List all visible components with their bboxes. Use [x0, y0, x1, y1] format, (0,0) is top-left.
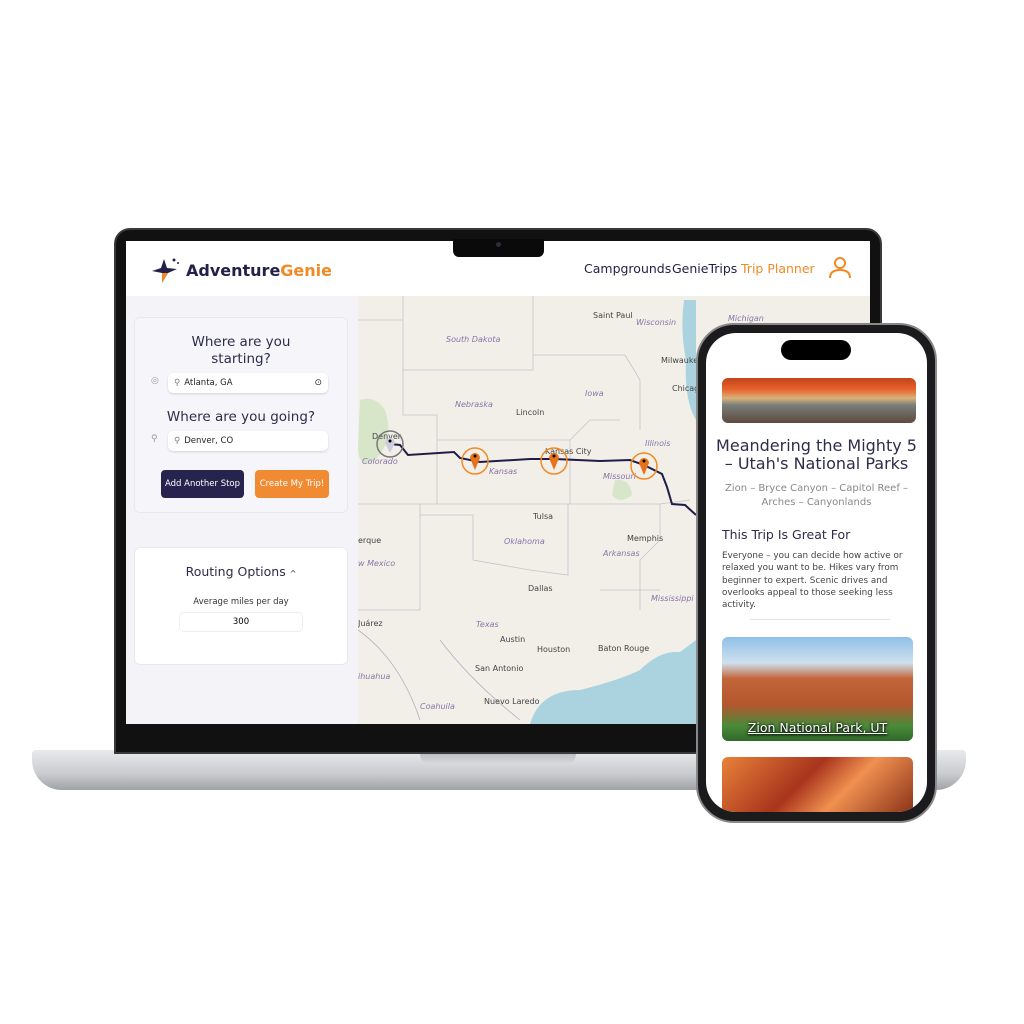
logo[interactable]: AdventureGenie	[150, 255, 332, 285]
divider	[750, 619, 890, 620]
map-label: Austin	[500, 635, 526, 644]
create-trip-button[interactable]: Create My Trip!	[255, 470, 329, 498]
antelope-canyon-card[interactable]	[722, 757, 913, 812]
map-label: Michigan	[728, 314, 764, 323]
map-label: Nuevo Laredo	[484, 697, 540, 706]
brand-name: AdventureGenie	[186, 260, 333, 280]
map-label: Wisconsin	[636, 318, 677, 327]
stop-marker-icon[interactable]	[629, 451, 659, 481]
map-label: Juárez	[358, 619, 383, 628]
trip-title: Meandering the Mighty 5 – Utah's Nationa…	[716, 436, 917, 473]
phone-screen: Meandering the Mighty 5 – Utah's Nationa…	[706, 333, 927, 812]
map-label: Iowa	[585, 389, 604, 398]
dest-question: Where are you going?	[166, 409, 316, 425]
map-label: Tulsa	[533, 512, 554, 521]
map-label: Nebraska	[455, 400, 493, 409]
routing-toggle[interactable]: Routing Options ^	[135, 564, 347, 579]
stop-marker-icon[interactable]	[460, 446, 490, 476]
map-label: Baton Rouge	[598, 644, 650, 653]
nav-genietrips[interactable]: GenieTrips	[672, 261, 737, 276]
miles-input[interactable]: 300	[179, 612, 303, 632]
routing-options: Routing Options ^ Average miles per day …	[134, 547, 348, 665]
dest-input[interactable]: ⚲ Denver, CO	[168, 431, 328, 451]
locate-icon[interactable]: ⊙	[314, 378, 322, 388]
map-label: Oklahoma	[504, 537, 545, 546]
map-label: erque	[358, 536, 382, 545]
genie-star-icon	[152, 258, 179, 283]
map-label: Coahuila	[420, 702, 455, 711]
stop-marker-icon[interactable]	[539, 446, 569, 476]
mesa-arch-image	[722, 378, 916, 423]
start-question: Where are you starting?	[191, 334, 291, 367]
origin-marker-icon[interactable]	[375, 429, 405, 459]
map-label: Memphis	[627, 534, 664, 543]
nav-campgrounds[interactable]: Campgrounds	[584, 261, 671, 276]
start-input[interactable]: ⚲ Atlanta, GA ⊙	[168, 373, 328, 393]
map-label: Houston	[537, 645, 571, 654]
map-label: Arkansas	[603, 549, 640, 558]
add-stop-button[interactable]: Add Another Stop	[161, 470, 244, 498]
search-icon: ⚲	[174, 378, 181, 388]
search-icon: ⚲	[174, 436, 181, 446]
map-label: San Antonio	[475, 664, 524, 673]
start-value: Atlanta, GA	[184, 378, 233, 388]
map-label: Saint Paul	[593, 311, 633, 320]
map-label: South Dakota	[446, 335, 501, 344]
user-icon[interactable]	[828, 255, 852, 279]
zion-card[interactable]: Zion National Park, UT	[722, 637, 913, 741]
nav-trip-planner[interactable]: Trip Planner	[741, 261, 815, 276]
chevron-up-icon: ^	[289, 569, 297, 578]
miles-label: Average miles per day	[193, 597, 289, 607]
map-label: Kansas	[489, 467, 518, 476]
camera-icon	[496, 242, 501, 247]
map-label: w Mexico	[358, 559, 396, 568]
trip-form: Where are you starting? ◎ ⚲ Atlanta, GA ⊙ …	[134, 317, 348, 513]
sidebar: Where are you starting? ◎ ⚲ Atlanta, GA ⊙ …	[126, 296, 358, 724]
trip-parks: Zion – Bryce Canyon – Capitol Reef – Arc…	[724, 483, 909, 508]
trip-description: Everyone – you can decide how active or …	[722, 551, 903, 611]
map-label: Lincoln	[516, 408, 545, 417]
map-label: Texas	[476, 620, 499, 629]
origin-icon: ◎	[151, 376, 159, 386]
pin-icon: ⚲	[151, 434, 158, 444]
section-heading: This Trip Is Great For	[722, 527, 851, 542]
map-label: Mississippi	[651, 594, 694, 603]
map-label: Illinois	[645, 439, 671, 448]
zion-card-title[interactable]: Zion National Park, UT	[722, 720, 913, 735]
phone-dynamic-island	[781, 340, 851, 360]
map-label: ihuahua	[358, 672, 391, 681]
map-label: Dallas	[528, 584, 553, 593]
dest-value: Denver, CO	[184, 436, 234, 446]
